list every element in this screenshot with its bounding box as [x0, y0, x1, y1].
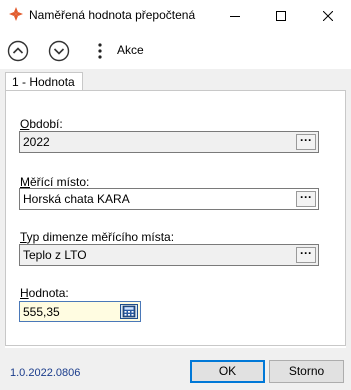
vertical-dots-icon[interactable]	[97, 42, 103, 60]
hodnota-input[interactable]: 555,35	[19, 301, 141, 322]
obdobi-lookup-button[interactable]: ···	[296, 134, 316, 150]
minimize-button[interactable]	[212, 0, 258, 31]
maximize-button[interactable]	[258, 0, 304, 31]
hodnota-label: Hodnota:	[20, 286, 69, 300]
obdobi-field[interactable]: 2022 ···	[19, 131, 319, 153]
dialog-footer: 1.0.2022.0806 OK Storno	[0, 348, 351, 390]
app-logo-icon	[9, 7, 23, 21]
calculator-button[interactable]	[120, 304, 138, 319]
close-button[interactable]	[305, 0, 351, 31]
hodnota-value: 555,35	[23, 305, 60, 319]
actions-menu-button[interactable]: Akce	[117, 43, 144, 57]
merici-misto-label: Měřící místo:	[20, 175, 90, 189]
minimize-icon	[230, 15, 240, 17]
typ-dimenze-field[interactable]: Teplo z LTO ···	[19, 244, 319, 266]
typ-dimenze-label: Typ dimenze měřícího místa:	[20, 230, 175, 244]
chevron-up-circle-icon[interactable]	[7, 40, 29, 62]
typ-dimenze-lookup-button[interactable]: ···	[296, 247, 316, 263]
tab-hodnota[interactable]: 1 - Hodnota	[5, 72, 83, 92]
obdobi-value: 2022	[23, 135, 50, 149]
ok-button[interactable]: OK	[190, 360, 265, 383]
obdobi-label: Období:	[20, 117, 63, 131]
version-label: 1.0.2022.0806	[10, 367, 81, 379]
cancel-button[interactable]: Storno	[269, 360, 344, 383]
tab-panel-right-margin	[346, 91, 351, 348]
merici-misto-lookup-button[interactable]: ···	[296, 191, 316, 207]
typ-dimenze-value: Teplo z LTO	[23, 248, 87, 262]
window-title: Naměřená hodnota přepočtená	[29, 8, 196, 22]
tab-strip: 1 - Hodnota	[0, 69, 351, 92]
chevron-down-circle-icon[interactable]	[48, 40, 70, 62]
toolbar: Akce	[0, 31, 351, 69]
close-icon	[323, 10, 333, 21]
merici-misto-value: Horská chata KARA	[23, 192, 130, 206]
calculator-icon	[122, 305, 136, 318]
maximize-icon	[276, 10, 286, 21]
title-bar: Naměřená hodnota přepočtená	[0, 0, 351, 31]
merici-misto-field[interactable]: Horská chata KARA ···	[19, 188, 319, 210]
